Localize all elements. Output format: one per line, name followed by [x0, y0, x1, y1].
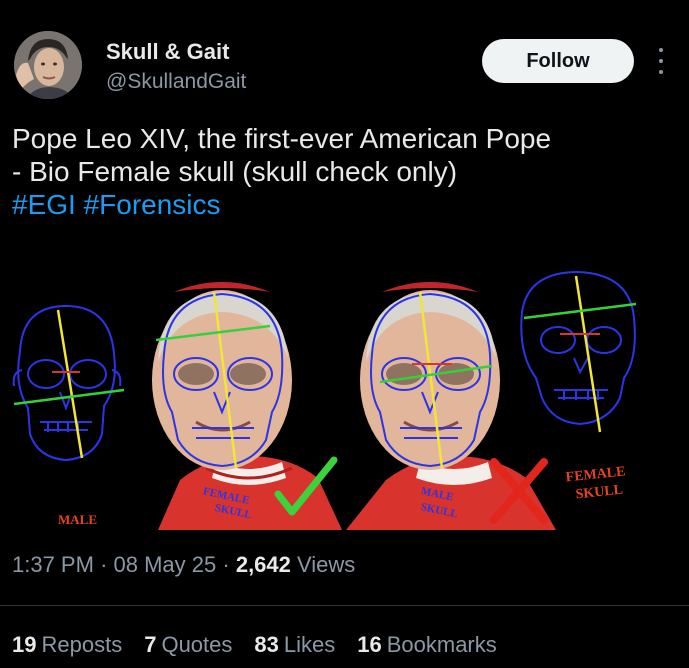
hashtag-forensics[interactable]: #Forensics — [84, 189, 221, 220]
author-name[interactable]: Skull & Gait — [106, 39, 229, 65]
post-text-line-1: Pope Leo XIV, the first-ever American Po… — [12, 123, 552, 154]
avatar[interactable] — [14, 31, 82, 99]
avatar-image — [14, 31, 82, 99]
stat-reposts[interactable]: 19 Reposts — [12, 632, 122, 658]
tweet: Skull & Gait @SkullandGait Follow Pope L… — [0, 0, 689, 668]
engagement-stats: 19 Reposts 7 Quotes 83 Likes 16 Bookmarks — [12, 632, 497, 658]
hashtag-egi[interactable]: #EGI — [12, 189, 76, 220]
post-text-line-2: - Bio Female skull (skull check only) — [12, 156, 458, 187]
post-meta: 1:37 PM · 08 May 25 · 2,642 Views — [12, 552, 355, 578]
post-image[interactable]: MALE FEMALE SKULL MALE SKULL FEMALE SKUL… — [0, 262, 689, 530]
views-count: 2,642 — [235, 552, 291, 577]
stat-likes[interactable]: 83 Likes — [254, 632, 335, 658]
post-text: Pope Leo XIV, the first-ever American Po… — [12, 122, 672, 221]
stat-quotes[interactable]: 7 Quotes — [144, 632, 232, 658]
post-date[interactable]: 08 May 25 — [114, 552, 217, 577]
meta-separator: · — [100, 552, 108, 577]
stat-bookmarks[interactable]: 16 Bookmarks — [357, 632, 497, 658]
more-vertical-icon[interactable] — [652, 48, 670, 74]
male-label: MALE — [58, 512, 97, 527]
meta-separator: · — [222, 552, 230, 577]
author-handle[interactable]: @SkullandGait — [106, 70, 246, 94]
divider — [0, 605, 689, 606]
post-time[interactable]: 1:37 PM — [12, 552, 94, 577]
follow-button[interactable]: Follow — [482, 39, 634, 83]
views-label: Views — [297, 552, 356, 577]
